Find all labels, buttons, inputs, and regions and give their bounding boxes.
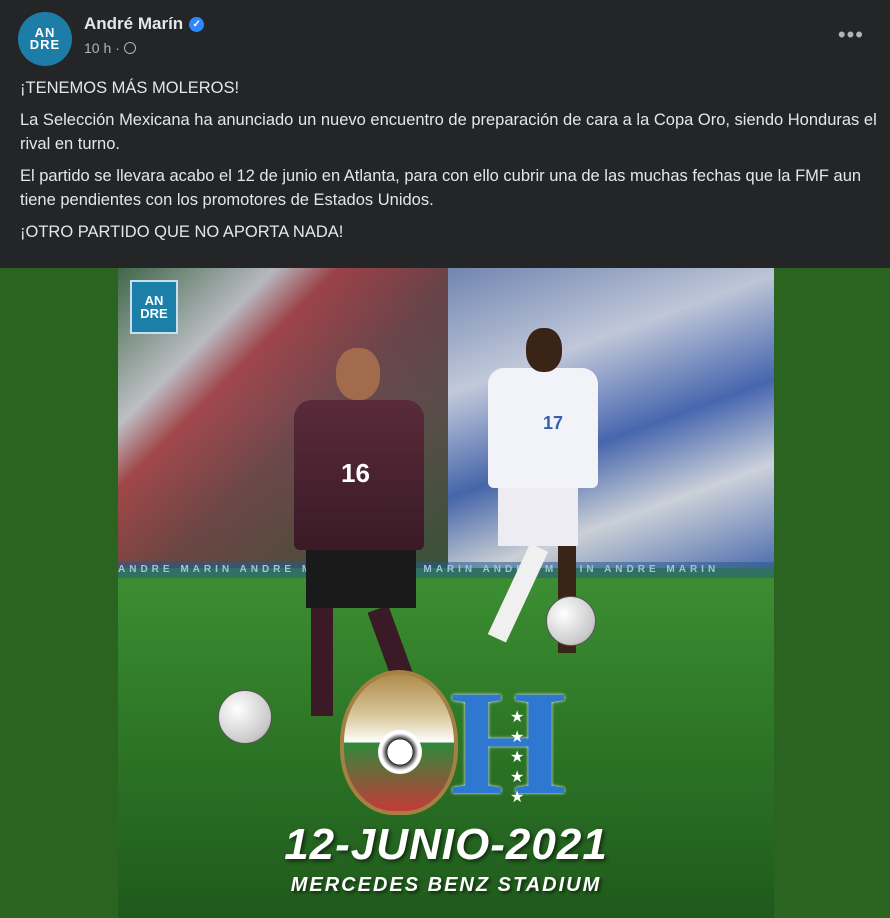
andre-marin-logo: AN DRE [130,280,178,334]
post-header: AN DRE André Marín ✓ 10 h · ••• ¡TENEMOS… [0,0,890,268]
soccer-ball-right [546,596,596,646]
post-meta: 10 h · [84,40,136,56]
meta-separator: · [115,40,120,56]
honduras-player: 17 [438,328,638,688]
post-paragraph-1: ¡TENEMOS MÁS MOLEROS! [20,79,240,97]
player-leg [311,606,333,716]
player-head [526,328,562,372]
mexico-federation-crest [340,670,458,815]
post-media[interactable]: ANDRE MARIN ANDRE MARIN ANDRE MARIN ANDR… [0,268,890,918]
post-timestamp[interactable]: 10 h [84,40,111,56]
soccer-ball-left [218,690,272,744]
honduras-player-number: 17 [543,413,564,433]
match-venue: MERCEDES BENZ STADIUM [290,874,602,896]
mexico-player-number: 16 [341,458,370,488]
honduras-federation-logo: H [450,660,567,826]
post-text: ¡TENEMOS MÁS MOLEROS! La Selección Mexic… [20,76,880,252]
honduras-stars-icon: ★ ★ ★ ★ ★ [510,709,525,806]
avatar-text-line2: DRE [29,37,61,52]
player-shorts [498,486,578,546]
match-date: 12-JUNIO-2021 [284,820,608,869]
match-poster-image[interactable]: ANDRE MARIN ANDRE MARIN ANDRE MARIN ANDR… [118,268,774,918]
post-paragraph-4: ¡OTRO PARTIDO QUE NO APORTA NADA! [20,223,344,241]
player-head [336,348,380,400]
post-paragraph-2: La Selección Mexicana ha anunciado un nu… [20,111,877,153]
author-name-row: André Marín ✓ [84,14,205,34]
globe-icon[interactable] [123,42,136,54]
author-name[interactable]: André Marín [84,14,183,34]
more-options-icon[interactable]: ••• [838,22,864,48]
post-paragraph-3: El partido se llevara acabo el 12 de jun… [20,167,862,209]
player-leg [487,543,549,643]
crest-ball-icon [378,730,422,774]
player-shorts [306,548,416,608]
author-avatar[interactable]: AN DRE [18,12,72,66]
logo-text-line2: DRE [140,306,168,321]
verified-badge-icon: ✓ [189,16,205,32]
mexico-player: 16 [286,348,436,728]
